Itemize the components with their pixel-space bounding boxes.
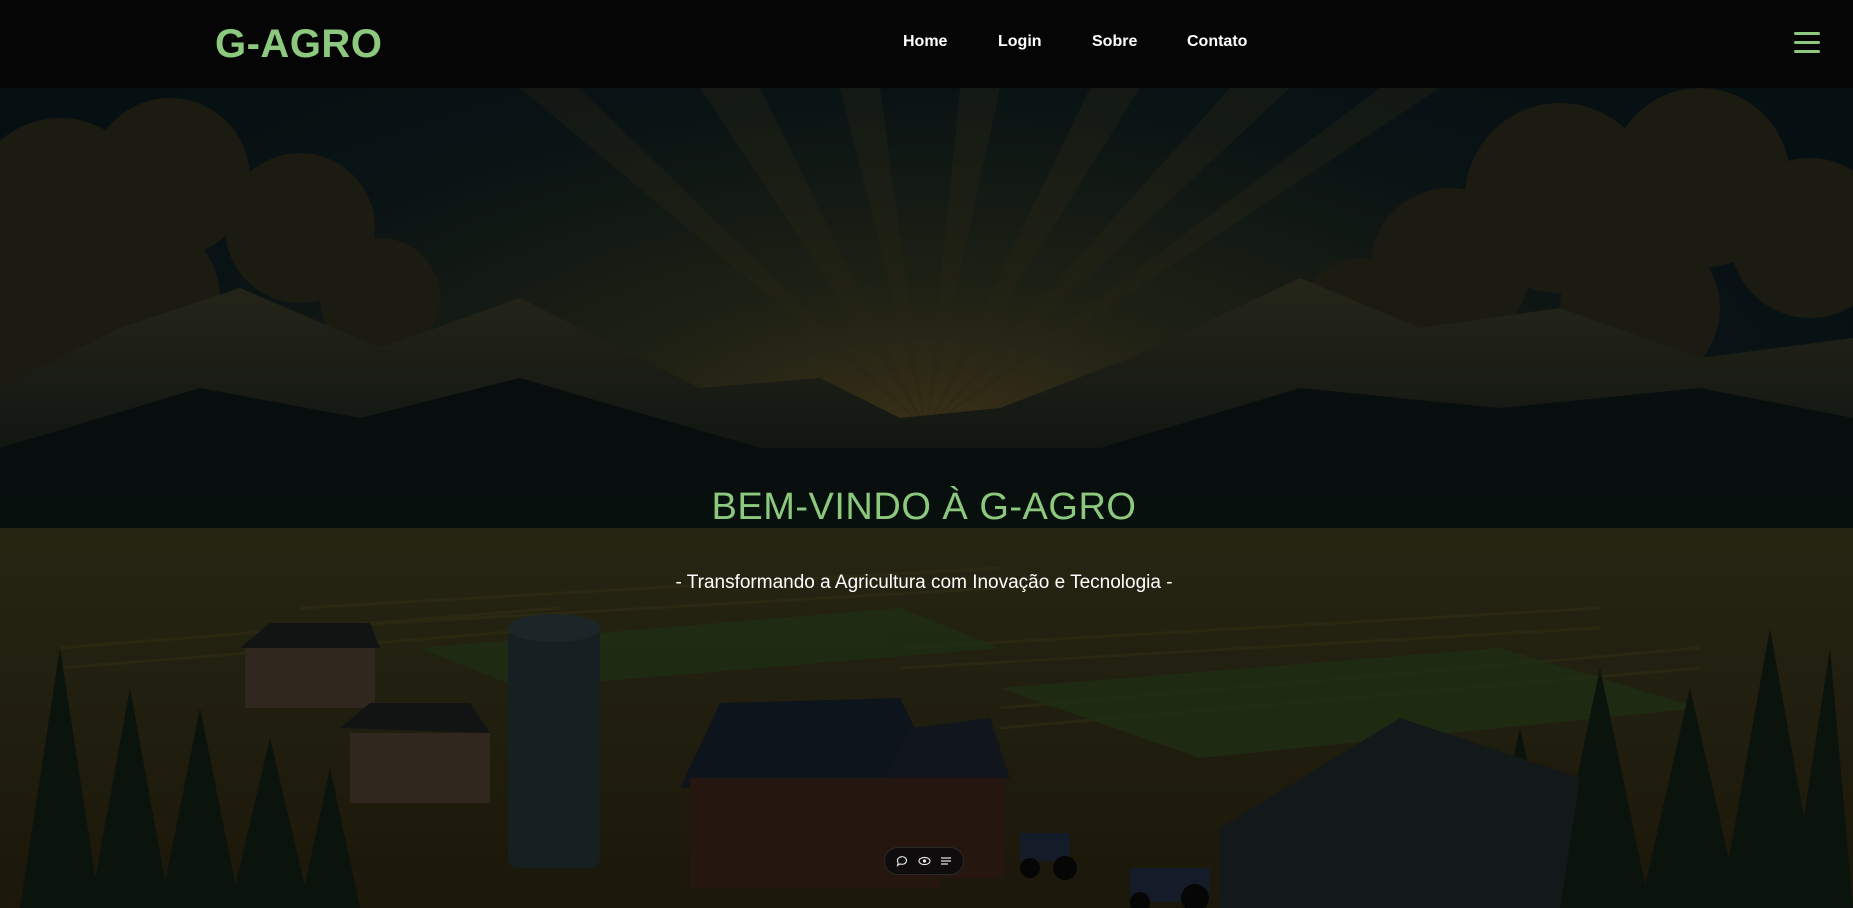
hero-subtitle: - Transformando a Agricultura com Inovaç… bbox=[675, 572, 1173, 593]
eye-icon[interactable] bbox=[916, 853, 932, 869]
hamburger-menu-icon[interactable] bbox=[1794, 32, 1820, 54]
brand-logo[interactable]: G-AGRO bbox=[215, 20, 382, 68]
nav-link-home[interactable]: Home bbox=[903, 32, 947, 52]
nav-link-login[interactable]: Login bbox=[998, 32, 1042, 52]
nav-link-sobre[interactable]: Sobre bbox=[1092, 32, 1137, 52]
top-navbar: G-AGRO Home Login Sobre Contato bbox=[0, 0, 1853, 88]
nav-link-contato[interactable]: Contato bbox=[1187, 32, 1247, 52]
chat-bubble-icon[interactable] bbox=[894, 853, 910, 869]
hero-section: BEM-VINDO À G-AGRO - Transformando a Agr… bbox=[0, 88, 1853, 908]
page: G-AGRO Home Login Sobre Contato BEM-VIND… bbox=[0, 0, 1853, 908]
floating-toolbar bbox=[884, 847, 964, 875]
hero-title: BEM-VINDO À G-AGRO bbox=[711, 486, 1137, 528]
list-icon[interactable] bbox=[938, 853, 954, 869]
